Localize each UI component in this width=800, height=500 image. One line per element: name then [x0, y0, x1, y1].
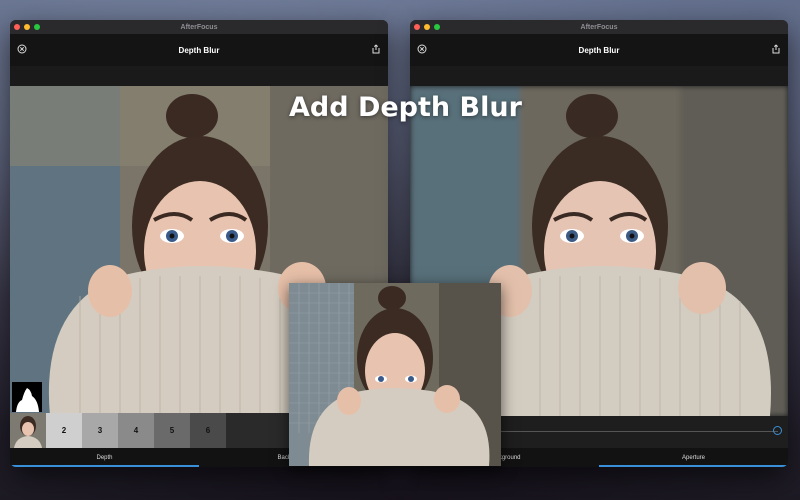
close-circle-icon[interactable] — [416, 43, 428, 55]
promo-headline: Add Depth Blur — [289, 92, 522, 123]
toolbar-title: Depth Blur — [578, 45, 620, 55]
window-title: AfterFocus — [580, 23, 618, 31]
share-icon[interactable] — [770, 43, 782, 55]
window-title: AfterFocus — [180, 23, 218, 31]
window-titlebar: AfterFocus — [10, 20, 388, 34]
tab-depth[interactable]: Depth — [10, 448, 199, 467]
photo-thumbnail[interactable] — [10, 413, 46, 448]
minimize-window-button[interactable] — [424, 24, 430, 30]
close-window-button[interactable] — [14, 24, 20, 30]
window-titlebar: AfterFocus — [410, 20, 788, 34]
depth-level-5[interactable]: 5 — [154, 413, 190, 448]
close-circle-icon[interactable] — [16, 43, 28, 55]
toolbar-divider — [410, 66, 788, 86]
depth-level-4[interactable]: 4 — [118, 413, 154, 448]
zoom-window-button[interactable] — [434, 24, 440, 30]
zoom-window-button[interactable] — [34, 24, 40, 30]
original-photo-preview — [289, 283, 501, 466]
toolbar: Depth Blur — [10, 34, 388, 66]
share-icon[interactable] — [370, 43, 382, 55]
toolbar: Depth Blur — [410, 34, 788, 66]
depth-level-3[interactable]: 3 — [82, 413, 118, 448]
minimize-window-button[interactable] — [24, 24, 30, 30]
person-mask-icon[interactable] — [12, 382, 42, 412]
toolbar-divider — [10, 66, 388, 86]
tab-aperture[interactable]: Aperture — [599, 448, 788, 467]
traffic-lights — [414, 24, 440, 30]
toolbar-title: Depth Blur — [178, 45, 220, 55]
close-window-button[interactable] — [414, 24, 420, 30]
depth-level-6[interactable]: 6 — [190, 413, 226, 448]
slider-end-marker — [773, 426, 782, 435]
traffic-lights — [14, 24, 40, 30]
depth-level-2[interactable]: 2 — [46, 413, 82, 448]
